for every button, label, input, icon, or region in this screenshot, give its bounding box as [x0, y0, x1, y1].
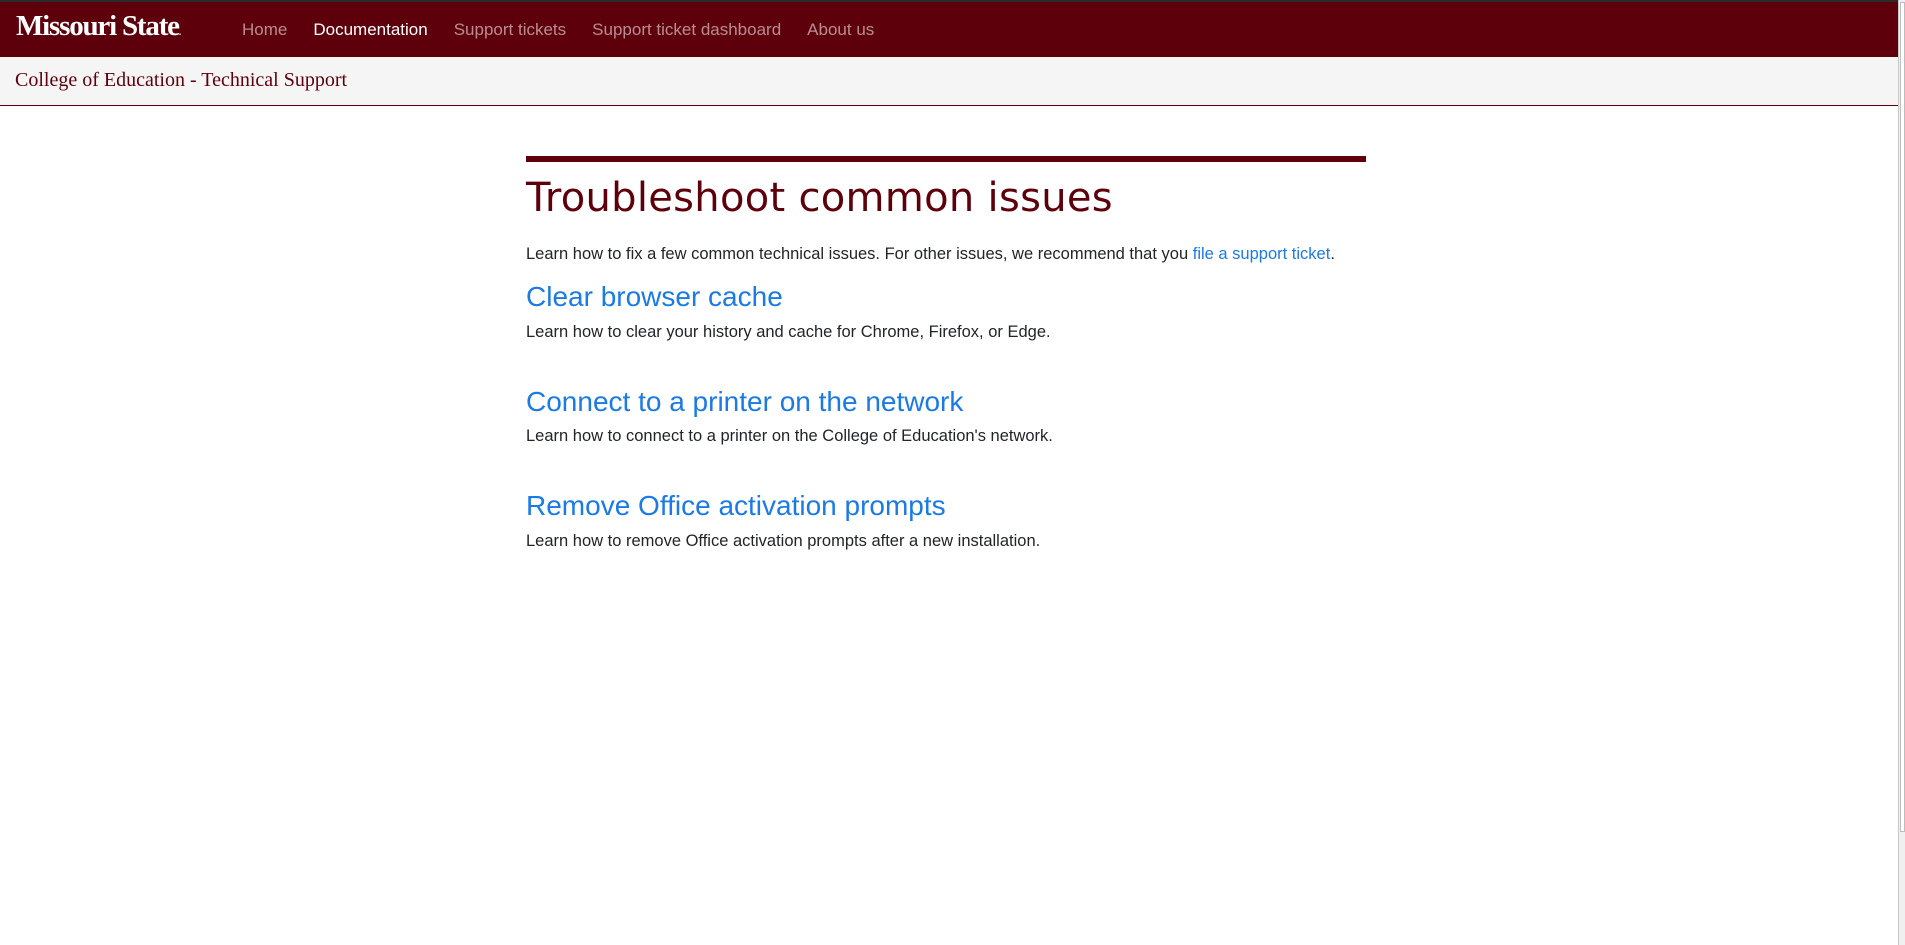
- top-navbar: Missouri State. Home Documentation Suppo…: [0, 2, 1898, 57]
- nav-item-support-tickets[interactable]: Support tickets: [454, 20, 566, 40]
- main-content: Troubleshoot common issues Learn how to …: [526, 156, 1366, 553]
- intro-text: Learn how to fix a few common technical …: [526, 245, 1193, 263]
- article-item: Remove Office activation prompts Learn h…: [526, 489, 1366, 553]
- vertical-scrollbar[interactable]: [1898, 0, 1905, 945]
- file-support-ticket-link[interactable]: file a support ticket: [1193, 245, 1331, 263]
- article-description: Learn how to clear your history and cach…: [526, 322, 1051, 341]
- brand-trademark: .: [178, 27, 182, 37]
- title-divider: [526, 156, 1366, 162]
- intro-end: .: [1330, 245, 1335, 263]
- scrollbar-thumb[interactable]: [1900, 2, 1905, 832]
- site-subheader: College of Education - Technical Support: [0, 57, 1898, 106]
- page-title: Troubleshoot common issues: [526, 175, 1113, 221]
- article-item: Connect to a printer on the network Lear…: [526, 385, 1366, 449]
- article-description: Learn how to connect to a printer on the…: [526, 427, 1053, 446]
- article-link-remove-office-prompts[interactable]: Remove Office activation prompts: [526, 490, 946, 521]
- article-link-connect-printer[interactable]: Connect to a printer on the network: [526, 386, 963, 417]
- missouri-state-logo[interactable]: Missouri State.: [16, 12, 181, 41]
- site-title[interactable]: College of Education - Technical Support: [15, 69, 347, 92]
- article-description: Learn how to remove Office activation pr…: [526, 531, 1041, 550]
- brand-name: Missouri State: [16, 10, 180, 42]
- browser-viewport: Missouri State. Home Documentation Suppo…: [0, 0, 1905, 945]
- nav-item-support-ticket-dashboard[interactable]: Support ticket dashboard: [592, 20, 781, 40]
- nav-item-about-us[interactable]: About us: [807, 20, 874, 40]
- nav-item-documentation[interactable]: Documentation: [313, 20, 427, 40]
- nav-item-home[interactable]: Home: [242, 20, 287, 40]
- intro-paragraph: Learn how to fix a few common technical …: [526, 242, 1346, 266]
- article-link-clear-browser-cache[interactable]: Clear browser cache: [526, 281, 783, 312]
- main-nav: Home Documentation Support tickets Suppo…: [242, 2, 900, 57]
- article-item: Clear browser cache Learn how to clear y…: [526, 280, 1366, 344]
